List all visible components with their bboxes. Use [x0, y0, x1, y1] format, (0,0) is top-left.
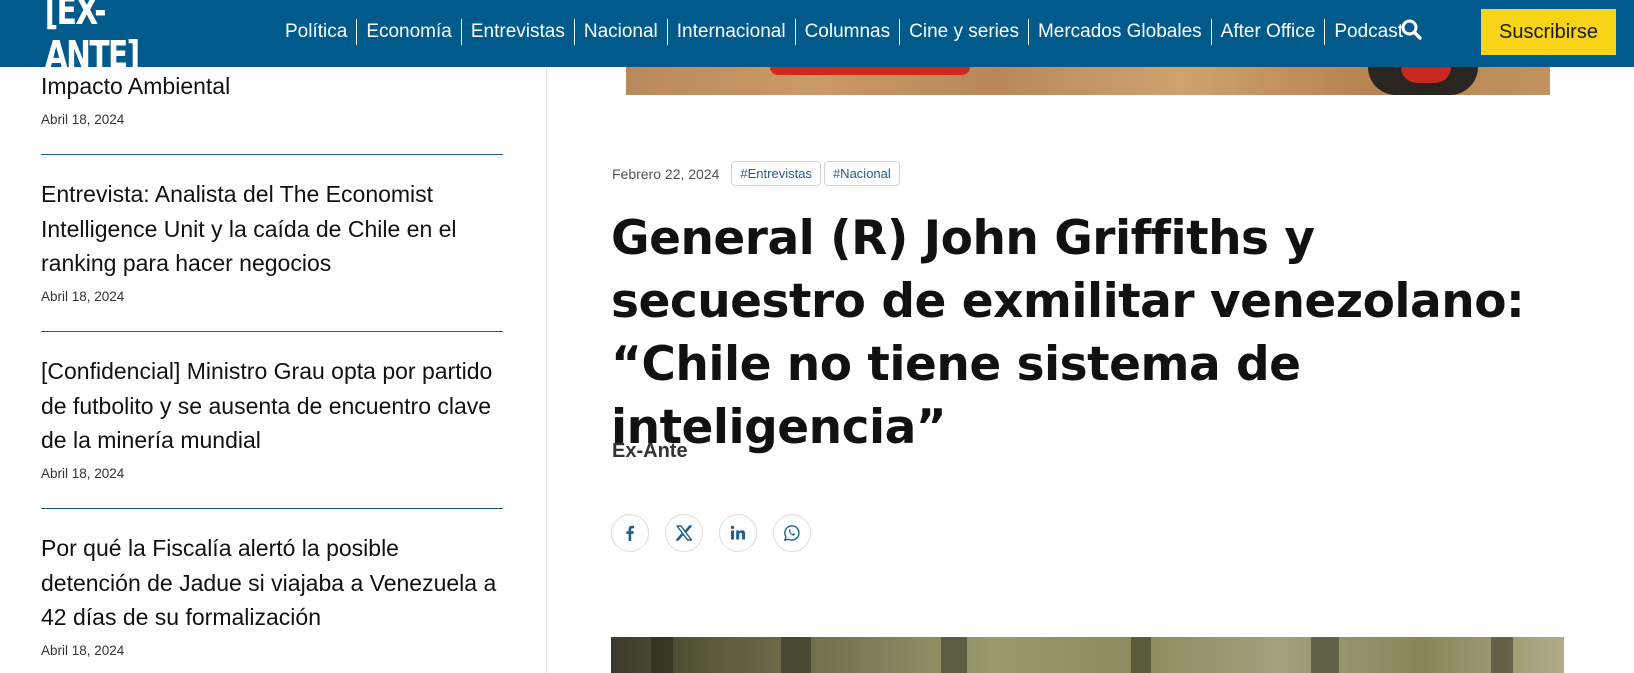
share-whatsapp-button[interactable] — [773, 514, 811, 552]
article-date: Febrero 22, 2024 — [612, 165, 720, 182]
related-article-date: Abril 18, 2024 — [41, 465, 125, 481]
image-detail — [1491, 637, 1513, 673]
whatsapp-icon — [783, 525, 800, 542]
nav-item-columnas[interactable]: Columnas — [796, 19, 901, 45]
facebook-icon — [626, 525, 634, 541]
site-logo[interactable]: [EX-ANTE] — [45, 0, 141, 77]
hero-image — [626, 67, 1550, 95]
tag-nacional[interactable]: #Nacional — [823, 161, 900, 186]
related-article-date: Abril 18, 2024 — [41, 111, 125, 127]
image-detail — [781, 637, 811, 673]
nav-item-economia[interactable]: Economía — [357, 19, 462, 45]
divider — [41, 154, 503, 155]
main-nav: Política Economía Entrevistas Nacional I… — [278, 18, 1412, 46]
linkedin-icon — [730, 525, 746, 540]
list-item: Por qué la Fiscalía alertó la posible de… — [41, 531, 503, 658]
article-author[interactable]: Ex-Ante — [612, 440, 688, 463]
divider — [41, 508, 503, 509]
nav-item-internacional[interactable]: Internacional — [668, 19, 796, 45]
image-detail — [651, 637, 673, 673]
related-article-title[interactable]: [Confidencial] Ministro Grau opta por pa… — [41, 354, 503, 458]
divider — [41, 331, 503, 332]
nav-item-entrevistas[interactable]: Entrevistas — [462, 19, 575, 45]
image-detail — [941, 637, 967, 673]
share-linkedin-button[interactable] — [719, 514, 757, 552]
article-main-image — [611, 637, 1564, 673]
nav-item-cine-y-series[interactable]: Cine y series — [900, 19, 1029, 45]
article-headline: General (R) John Griffiths y secuestro d… — [611, 211, 1525, 455]
related-article-title[interactable]: Entrevista: Analista del The Economist I… — [41, 177, 503, 281]
nav-item-politica[interactable]: Política — [278, 19, 358, 45]
related-article-date: Abril 18, 2024 — [41, 642, 125, 658]
list-item: Impacto Ambiental Abril 18, 2024 — [41, 69, 503, 127]
image-detail — [1311, 637, 1339, 673]
image-detail — [1131, 637, 1151, 673]
share-buttons — [611, 514, 827, 552]
share-facebook-button[interactable] — [611, 514, 649, 552]
list-item: Entrevista: Analista del The Economist I… — [41, 177, 503, 304]
hero-image-detail — [770, 67, 970, 75]
search-icon — [1401, 19, 1422, 40]
search-button[interactable] — [1399, 17, 1425, 43]
nav-item-after-office[interactable]: After Office — [1212, 19, 1326, 45]
subscribe-button[interactable]: Suscribirse — [1481, 9, 1616, 55]
article-meta: Febrero 22, 2024 #Entrevistas #Nacional — [612, 161, 903, 186]
top-navigation-bar: [EX-ANTE] Política Economía Entrevistas … — [0, 0, 1634, 77]
x-icon — [675, 525, 693, 541]
tag-entrevistas[interactable]: #Entrevistas — [731, 161, 821, 186]
related-article-date: Abril 18, 2024 — [41, 288, 125, 304]
list-item: [Confidencial] Ministro Grau opta por pa… — [41, 354, 503, 481]
nav-item-mercados-globales[interactable]: Mercados Globales — [1029, 19, 1212, 45]
related-article-title[interactable]: Por qué la Fiscalía alertó la posible de… — [41, 531, 503, 635]
related-articles-sidebar: Impacto Ambiental Abril 18, 2024 Entrevi… — [0, 67, 547, 673]
share-x-button[interactable] — [665, 514, 703, 552]
nav-item-nacional[interactable]: Nacional — [575, 19, 668, 45]
